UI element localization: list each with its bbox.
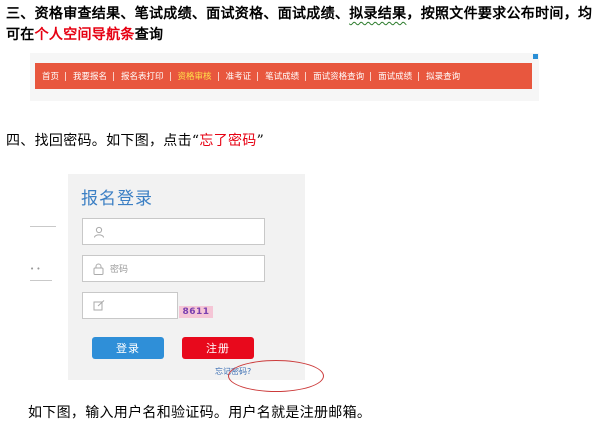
section-3-highlight: 个人空间导航条: [34, 27, 135, 43]
ellipsis-dots: • •: [30, 265, 41, 273]
login-button[interactable]: 登录: [92, 337, 164, 359]
section-4-highlight: 忘了密码: [199, 133, 257, 149]
captcha-image[interactable]: 8611: [179, 306, 213, 318]
nav-item[interactable]: 准考证: [219, 70, 259, 82]
nav-item[interactable]: 我要报名: [66, 70, 115, 82]
nav-item[interactable]: 报名表打印: [114, 70, 171, 82]
nav-item[interactable]: 资格审核: [171, 70, 219, 82]
username-input[interactable]: [82, 218, 265, 245]
register-button[interactable]: 注册: [182, 337, 254, 359]
personal-space-navbar: 首页 我要报名 报名表打印 资格审核 准考证 笔试成绩 面试资格查询 面试成绩 拟录查询: [35, 63, 532, 89]
corner-marker: [533, 54, 538, 59]
login-title: 报名登录: [81, 189, 153, 209]
nav-item[interactable]: 面试资格查询: [306, 70, 372, 82]
divider-line: [30, 280, 52, 281]
captcha-input[interactable]: [82, 292, 178, 319]
edit-icon: [93, 300, 105, 311]
caption-paragraph: 如下图，输入用户名和验证码。用户名就是注册邮箱。: [28, 405, 372, 421]
nav-item[interactable]: 拟录查询: [419, 70, 467, 82]
password-input[interactable]: 密码: [82, 255, 265, 282]
section-3-text: 三、资格审查结果、笔试成绩、面试资格、面试成绩、: [6, 6, 350, 22]
password-placeholder: 密码: [110, 265, 129, 275]
navbar-screenshot: 首页 我要报名 报名表打印 资格审核 准考证 笔试成绩 面试资格查询 面试成绩 拟录查询: [30, 53, 539, 101]
nav-item[interactable]: 首页: [35, 70, 67, 82]
login-screenshot: • • 报名登录 密码 8611 登录 注册 忘记密码?: [30, 162, 324, 392]
section-4-paragraph: 四、找回密码。如下图，点击“忘了密码”: [6, 131, 264, 151]
lock-icon: [93, 263, 104, 275]
section-4-text: 四、找回密码。如下图，点击“: [6, 133, 200, 149]
section-3-paragraph: 三、资格审查结果、笔试成绩、面试资格、面试成绩、拟录结果，按照文件要求公布时间，…: [6, 4, 606, 46]
highlight-ellipse: [228, 360, 324, 392]
login-panel: 报名登录 密码 8611 登录 注册 忘记密码?: [68, 174, 324, 392]
user-icon: [94, 226, 104, 238]
section-3-underlined-text: 拟录结果: [349, 6, 407, 22]
nav-item[interactable]: 面试成绩: [371, 70, 420, 82]
section-3-text-end: 查询: [134, 27, 164, 43]
section-4-text-end: ”: [256, 133, 265, 149]
divider-line: [30, 226, 56, 227]
nav-item[interactable]: 笔试成绩: [258, 70, 307, 82]
